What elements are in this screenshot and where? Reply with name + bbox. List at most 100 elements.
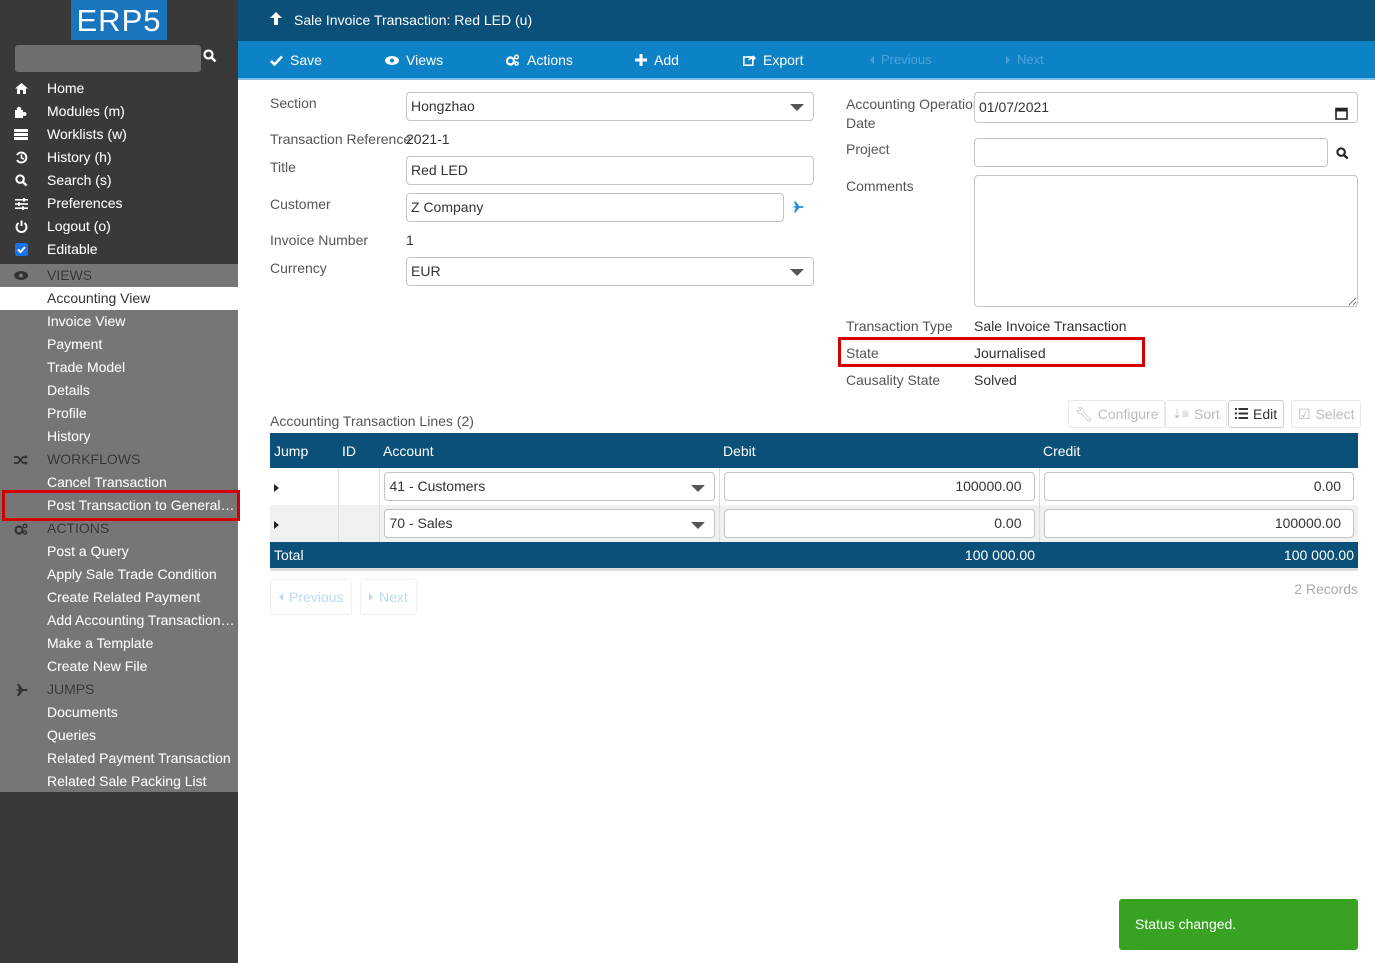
column-header-id[interactable]: ID — [338, 433, 379, 468]
view-accounting-view[interactable]: Accounting View — [0, 287, 238, 310]
plane-icon[interactable] — [792, 200, 804, 216]
action-create-related-payment[interactable]: Create Related Payment — [0, 586, 238, 609]
export-button[interactable]: Export — [743, 52, 803, 68]
comments-textarea[interactable] — [974, 175, 1358, 307]
next-button[interactable]: Next — [1006, 52, 1044, 67]
export-icon — [743, 55, 756, 66]
chevron-down-icon — [690, 522, 705, 529]
nav-history[interactable]: History (h) — [0, 146, 238, 169]
chevron-down-icon — [690, 485, 705, 492]
nav-worklists[interactable]: Worklists (w) — [0, 123, 238, 146]
section-views-header: VIEWS — [0, 264, 238, 287]
wrench-icon: 🔧︎ — [1075, 405, 1093, 422]
view-details[interactable]: Details — [0, 379, 238, 402]
column-header-debit[interactable]: Debit — [719, 433, 1039, 468]
debit-cell: 100000.00 — [719, 468, 1040, 505]
nav-editable-toggle[interactable]: Editable — [0, 238, 238, 261]
jump-cell[interactable] — [270, 468, 339, 505]
title-input[interactable]: Red LED — [406, 156, 814, 185]
state-value: Journalised — [974, 345, 1046, 361]
view-payment[interactable]: Payment — [0, 333, 238, 356]
account-cell: 70 - Sales — [379, 505, 720, 542]
sidebar-nav: Home Modules (m) Worklists (w) History (… — [0, 77, 238, 261]
action-add-accounting-transaction-lines[interactable]: Add Accounting Transaction L... — [0, 609, 238, 632]
actions-button[interactable]: Actions — [505, 52, 573, 68]
view-history[interactable]: History — [0, 425, 238, 448]
transaction-reference-value: 2021-1 — [406, 131, 450, 147]
view-profile[interactable]: Profile — [0, 402, 238, 425]
jump-queries[interactable]: Queries — [0, 724, 238, 747]
jump-related-payment-transaction[interactable]: Related Payment Transaction — [0, 747, 238, 770]
jump-documents[interactable]: Documents — [0, 701, 238, 724]
action-create-new-file[interactable]: Create New File — [0, 655, 238, 678]
debit-input[interactable]: 0.00 — [723, 509, 1035, 538]
credit-input[interactable]: 100000.00 — [1043, 509, 1354, 538]
customer-input[interactable]: Z Company — [406, 193, 784, 222]
account-select[interactable]: 41 - Customers — [383, 472, 715, 501]
action-post-query[interactable]: Post a Query — [0, 540, 238, 563]
currency-label: Currency — [270, 260, 327, 276]
section-select[interactable]: Hongzhao — [406, 92, 814, 121]
credit-input[interactable]: 0.00 — [1043, 472, 1354, 501]
project-label: Project — [846, 141, 890, 157]
notification-toast[interactable]: Status changed. — [1119, 899, 1358, 950]
nav-home[interactable]: Home — [0, 77, 238, 100]
save-button[interactable]: Save — [270, 52, 322, 68]
sidebar-search-input[interactable] — [15, 45, 201, 72]
power-icon — [12, 215, 30, 238]
edit-button[interactable]: Edit — [1228, 400, 1285, 428]
column-header-jump[interactable]: Jump — [270, 433, 338, 468]
column-header-account[interactable]: Account — [379, 433, 719, 468]
workflow-post-transaction[interactable]: Post Transaction to General L... — [0, 494, 238, 517]
search-icon — [12, 169, 30, 192]
search-icon[interactable] — [203, 49, 221, 69]
caret-right-icon[interactable] — [274, 520, 279, 529]
caret-right-icon[interactable] — [274, 483, 279, 492]
jump-cell[interactable] — [270, 505, 339, 542]
toolbar: Save Views Actions Add Export Previous N… — [238, 41, 1375, 80]
currency-select[interactable]: EUR — [406, 257, 814, 286]
action-apply-sale-trade-condition[interactable]: Apply Sale Trade Condition — [0, 563, 238, 586]
add-button[interactable]: Add — [635, 52, 679, 68]
operation-date-input[interactable]: 01/07/2021 — [974, 92, 1358, 123]
view-trade-model[interactable]: Trade Model — [0, 356, 238, 379]
project-input[interactable] — [974, 138, 1328, 167]
causality-state-value: Solved — [974, 372, 1017, 388]
page-title: Sale Invoice Transaction: Red LED (u) — [294, 12, 533, 28]
search-icon[interactable] — [1336, 147, 1349, 163]
listbox-previous-button[interactable]: Previous — [270, 579, 353, 615]
account-select[interactable]: 70 - Sales — [383, 509, 715, 538]
views-button[interactable]: Views — [385, 52, 443, 68]
select-button[interactable]: ☑︎ Select — [1291, 400, 1362, 428]
tasks-icon — [12, 123, 30, 146]
calendar-icon[interactable] — [1335, 101, 1348, 130]
sort-button[interactable]: ⇣≡ Sort — [1165, 400, 1227, 428]
check-icon — [270, 55, 283, 66]
configure-button[interactable]: 🔧︎ Configure — [1068, 400, 1166, 428]
list-icon — [1235, 406, 1248, 422]
total-empty-id — [338, 542, 379, 571]
total-credit: 100 000.00 — [1039, 542, 1358, 571]
view-invoice-view[interactable]: Invoice View — [0, 310, 238, 333]
column-header-credit[interactable]: Credit — [1039, 433, 1358, 468]
section-label: Section — [270, 95, 317, 111]
debit-input[interactable]: 100000.00 — [723, 472, 1035, 501]
workflow-cancel-transaction[interactable]: Cancel Transaction — [0, 471, 238, 494]
nav-search[interactable]: Search (s) — [0, 169, 238, 192]
listbox-next-button[interactable]: Next — [360, 579, 417, 615]
action-make-template[interactable]: Make a Template — [0, 632, 238, 655]
total-row: Total 100 000.00 100 000.00 — [270, 542, 1358, 571]
plane-icon — [12, 678, 30, 701]
previous-button[interactable]: Previous — [870, 52, 932, 67]
nav-modules[interactable]: Modules (m) — [0, 100, 238, 123]
eye-icon — [12, 264, 30, 287]
nav-logout[interactable]: Logout (o) — [0, 215, 238, 238]
cogs-icon — [12, 517, 30, 540]
jump-related-sale-packing-list[interactable]: Related Sale Packing List — [0, 770, 238, 793]
credit-cell: 100000.00 — [1039, 505, 1358, 542]
arrow-up-icon[interactable] — [270, 12, 282, 28]
erp5-logo[interactable]: ERP5 — [71, 0, 167, 40]
credit-cell: 0.00 — [1039, 468, 1358, 505]
nav-preferences[interactable]: Preferences — [0, 192, 238, 215]
checkbox-checked-icon[interactable] — [12, 238, 30, 261]
